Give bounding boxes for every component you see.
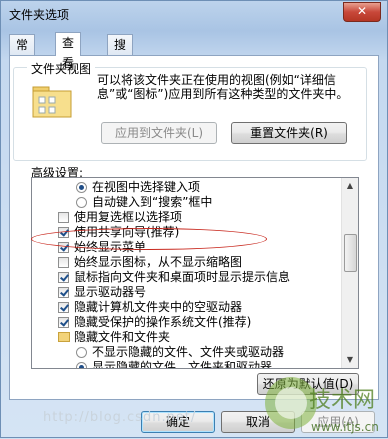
advanced-setting-row[interactable]: 始终显示图标，从不显示缩略图	[32, 255, 342, 270]
setting-checkbox[interactable]	[58, 272, 69, 283]
setting-radio[interactable]	[76, 362, 87, 368]
setting-label: 自动键入到“搜索”框中	[92, 195, 213, 209]
svg-text:技术网: 技术网	[309, 388, 375, 413]
folder-views-label: 文件夹视图	[27, 60, 96, 77]
setting-checkbox[interactable]	[58, 257, 69, 268]
setting-label: 使用复选框以选择项	[74, 210, 183, 224]
scrollbar-thumb[interactable]	[344, 234, 357, 272]
advanced-setting-row[interactable]: 在视图中选择键入项	[32, 180, 342, 195]
setting-label: 鼠标指向文件夹和桌面项时显示提示信息	[74, 270, 291, 284]
setting-radio[interactable]	[76, 347, 87, 358]
title-bar: 文件夹选项 ✕	[1, 1, 387, 27]
advanced-setting-row[interactable]: 隐藏计算机文件夹中的空驱动器	[32, 300, 342, 315]
vertical-scrollbar[interactable]: ▲ ▼	[341, 178, 358, 368]
folder-options-dialog: 文件夹选项 ✕ 常规 查看 搜索 文件夹视图 可以将该文件夹正在使用的视图(例如…	[0, 0, 388, 438]
setting-checkbox[interactable]	[58, 302, 69, 313]
setting-label: 隐藏受保护的操作系统文件(推荐)	[74, 315, 252, 329]
setting-label: 隐藏计算机文件夹中的空驱动器	[74, 300, 243, 314]
folder-icon	[58, 332, 70, 342]
tab-view[interactable]: 查看	[55, 32, 82, 70]
advanced-setting-row[interactable]: 隐藏文件和文件夹	[32, 330, 342, 345]
advanced-setting-row[interactable]: 鼠标指向文件夹和桌面项时显示提示信息	[32, 270, 342, 285]
setting-label: 隐藏文件和文件夹	[74, 330, 171, 344]
blog-watermark: http://blog.csdn.net/	[43, 410, 197, 425]
setting-label: 在视图中选择键入项	[92, 180, 201, 194]
window-title: 文件夹选项	[9, 8, 70, 22]
setting-radio[interactable]	[76, 182, 87, 193]
advanced-setting-row[interactable]: 使用复选框以选择项	[32, 210, 342, 225]
advanced-setting-row[interactable]: 显示驱动器号	[32, 285, 342, 300]
svg-text:www.itjs.cn: www.itjs.cn	[311, 420, 379, 434]
advanced-setting-row[interactable]: 隐藏受保护的操作系统文件(推荐)	[32, 315, 342, 330]
highlight-annotation-ellipse	[31, 228, 267, 250]
folder-views-icon	[32, 86, 72, 118]
setting-label: 始终显示图标，从不显示缩略图	[74, 255, 243, 269]
close-button[interactable]: ✕	[343, 2, 381, 22]
tab-general[interactable]: 常规	[9, 34, 36, 72]
setting-checkbox[interactable]	[58, 317, 69, 328]
apply-to-folders-button[interactable]: 应用到文件夹(L)	[101, 122, 217, 144]
setting-label: 显示驱动器号	[74, 285, 147, 299]
scroll-up-icon[interactable]: ▲	[342, 178, 358, 194]
setting-label: 显示隐藏的文件、文件夹和驱动器	[92, 360, 273, 369]
folder-views-description: 可以将该文件夹正在使用的视图(例如“详细信息”或“图标”)应用到所有这种类型的文…	[97, 73, 349, 101]
advanced-settings-list[interactable]: 显示隐藏的文件、文件夹和驱动器 不显示隐藏的文件、文件夹或驱动器 隐藏文件和文件夹隐…	[31, 177, 359, 369]
tab-search[interactable]: 搜索	[107, 34, 134, 72]
setting-checkbox[interactable]	[58, 287, 69, 298]
setting-checkbox[interactable]	[58, 212, 69, 223]
itjs-logo-icon: 技术网 www.itjs.cn	[265, 377, 379, 434]
reset-folders-button[interactable]: 重置文件夹(R)	[231, 122, 347, 144]
setting-radio[interactable]	[76, 197, 87, 208]
advanced-setting-row[interactable]: 自动键入到“搜索”框中	[32, 195, 342, 210]
